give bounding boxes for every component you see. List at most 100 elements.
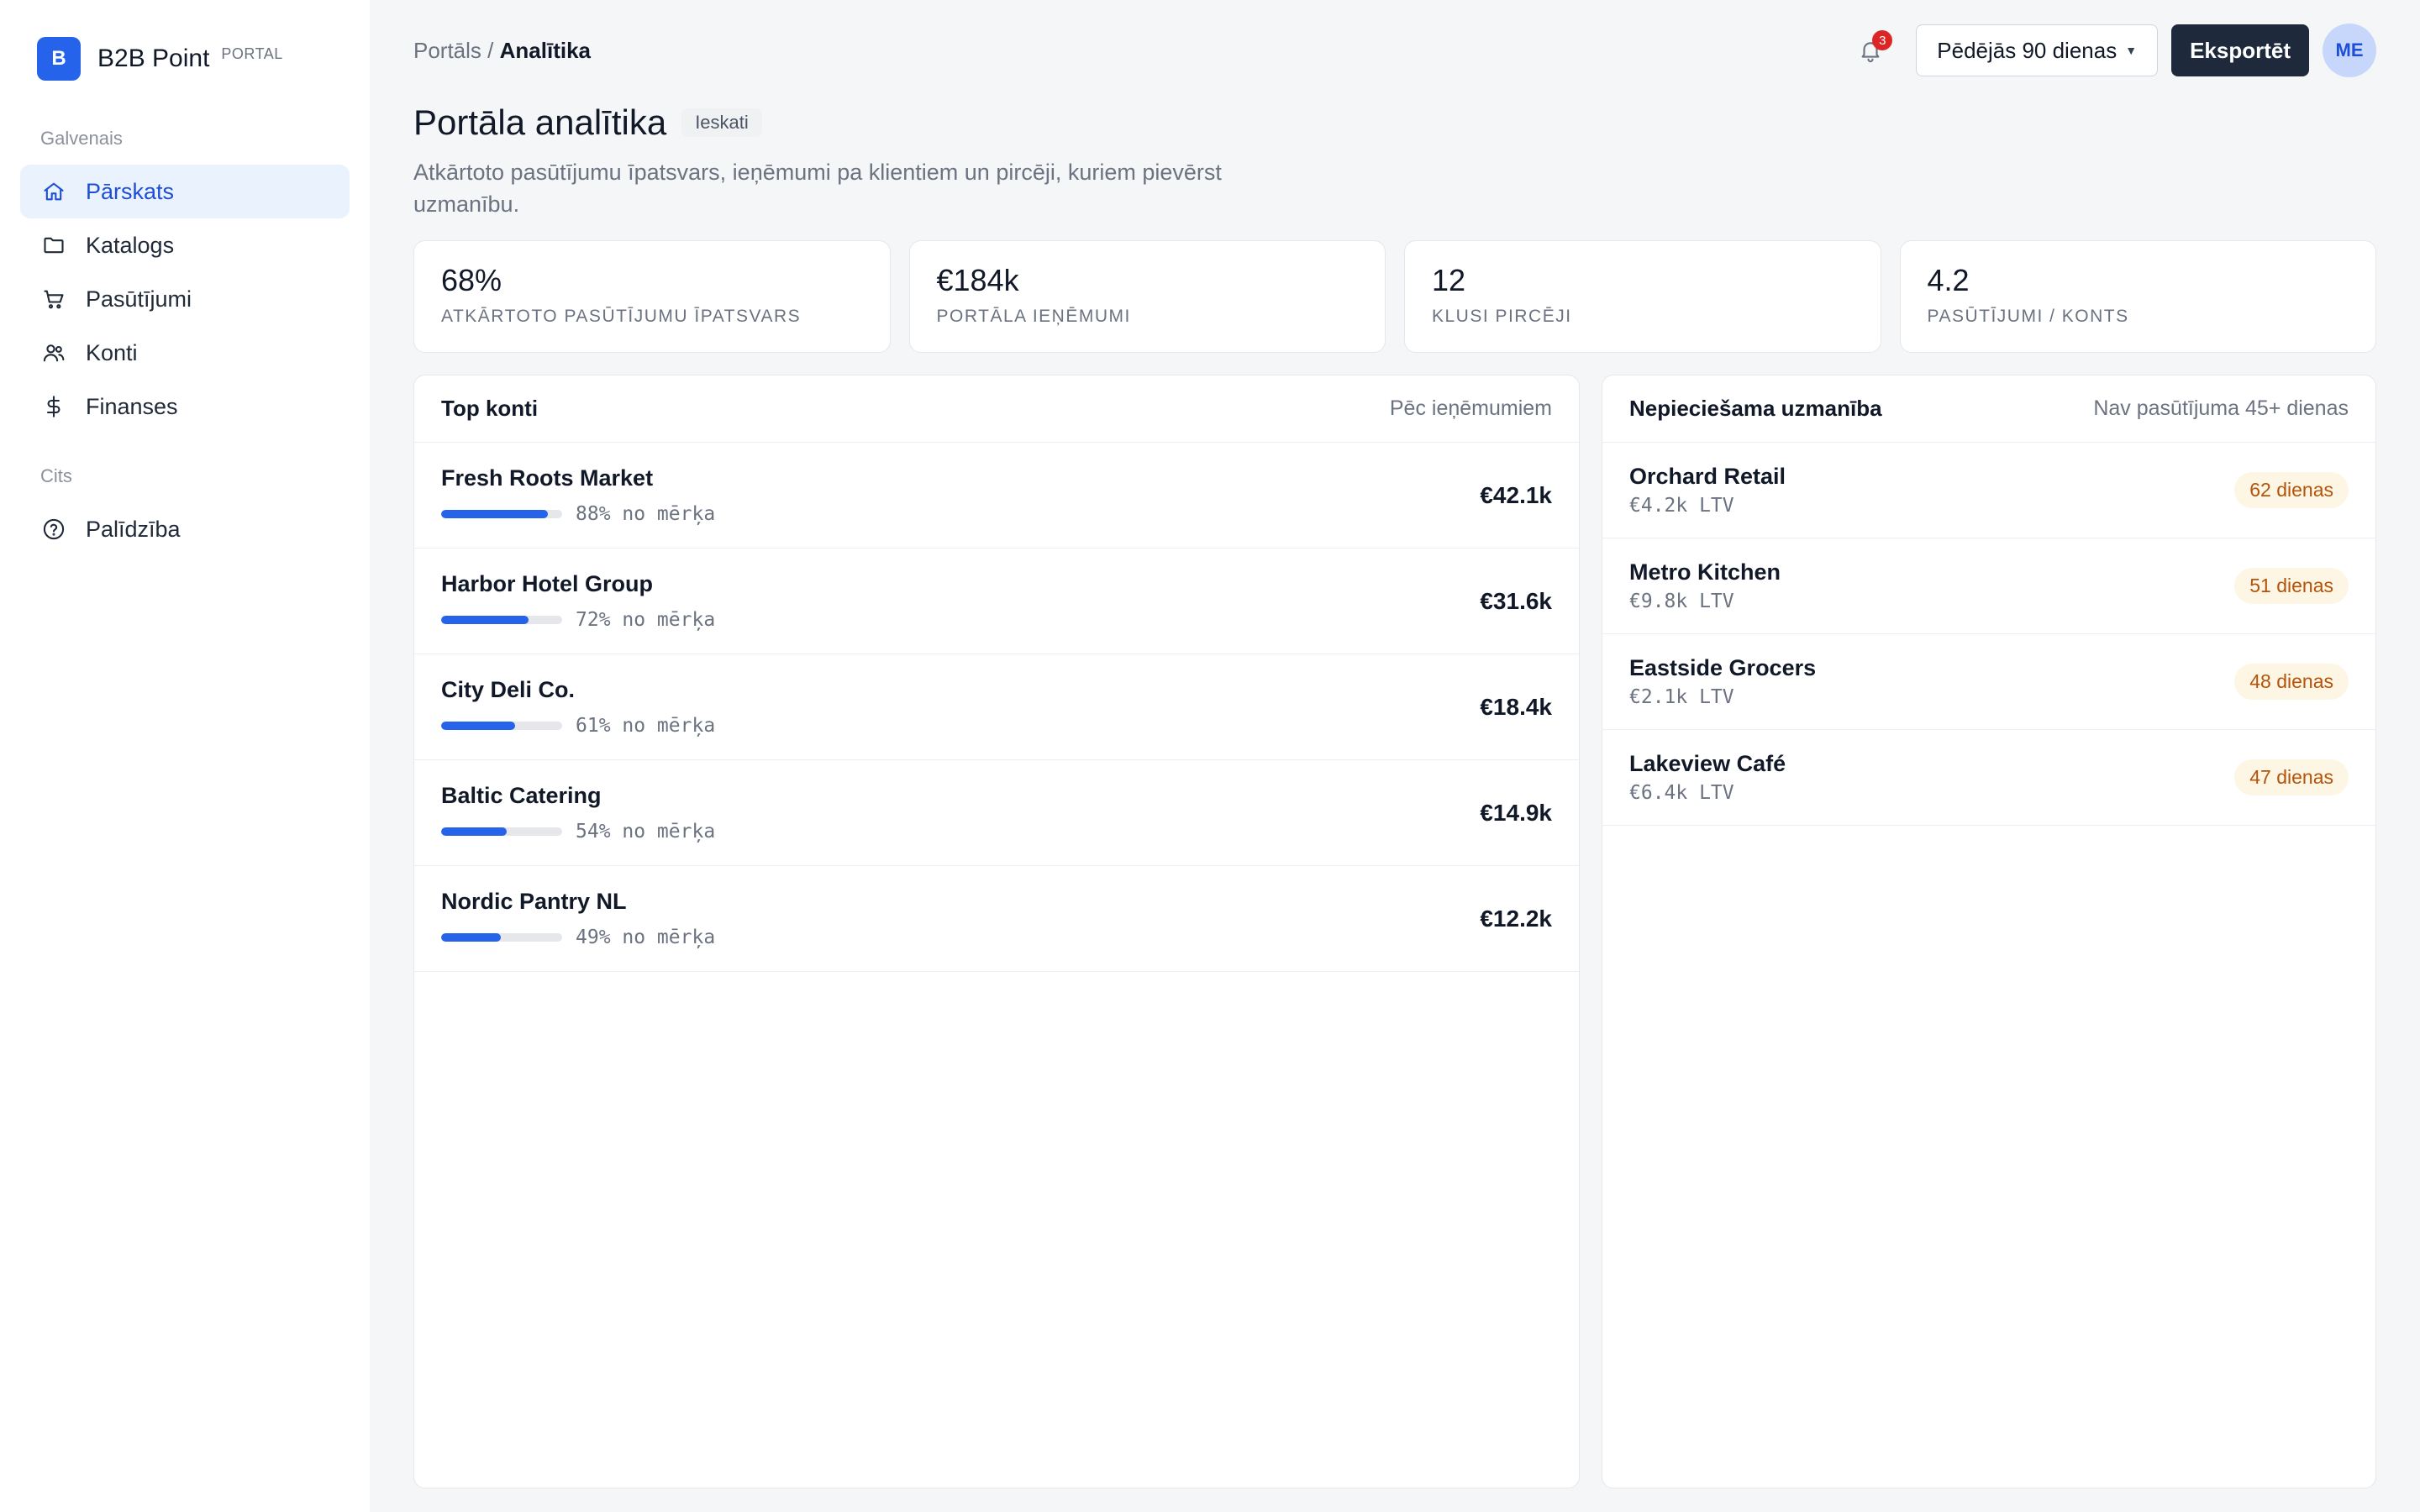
brand-tag: PORTAL [221,45,283,62]
topbar: Portāls / Analītika 3 Pēdējās 90 dienas … [413,0,2376,101]
brand-name: B2B Point [97,45,210,72]
sidebar-item-label: Konti [86,339,138,365]
sidebar-item-label: Finanses [86,393,178,419]
progress-label: 49% no mērķa [576,927,716,948]
list-item[interactable]: Eastside Grocers €2.1k LTV 48 dienas [1602,634,2375,730]
title-row: Portāla analītika Ieskati [413,101,2376,144]
insights-badge: Ieskati [681,108,762,137]
days-badge: 62 dienas [2234,472,2349,508]
stat-card-repeat-rate: 68% Atkārtoto pasūtījumu īpatsvars [413,240,891,353]
stat-label: Portāla ieņēmumi [936,307,1131,326]
progress-track [441,722,562,730]
stat-value: 4.2 [1927,263,1970,297]
table-row[interactable]: City Deli Co. 61% no mērķa €18.4k [414,654,1579,760]
customer-ltv: €9.8k LTV [1629,591,1734,612]
folder-icon [44,237,64,254]
account-info: Nordic Pantry NL 49% no mērķa [441,889,715,948]
sidebar-item-label: Palīdzība [86,516,181,542]
account-progress: 72% no mērķa [441,609,715,631]
customer-name: Lakeview Café [1629,751,1786,776]
list-item[interactable]: Orchard Retail €4.2k LTV 62 dienas [1602,443,2375,538]
list-item[interactable]: Metro Kitchen €9.8k LTV 51 dienas [1602,538,2375,634]
page-subtitle: Atkārtoto pasūtījumu īpatsvars, ieņēmumi… [413,160,1222,217]
progress-label: 72% no mērķa [576,609,716,631]
progress-track [441,510,562,518]
stat-card-orders-per-account: 4.2 Pasūtījumi / konts [1899,240,2376,353]
sidebar-item-label: Pasūtījumi [86,286,192,312]
panel-title: Nepieciešama uzmanība [1629,396,1882,421]
table-row[interactable]: Nordic Pantry NL 49% no mērķa €12.2k [414,866,1579,972]
stat-label: Atkārtoto pasūtījumu īpatsvars [441,307,802,326]
sidebar-item-label: Katalogs [86,232,175,258]
table-row[interactable]: Fresh Roots Market 88% no mērķa €42.1k [414,443,1579,549]
sidebar-item-overview[interactable]: Pārskats [20,165,350,218]
account-info: Harbor Hotel Group 72% no mērķa [441,571,715,631]
date-range-value: Pēdējās 90 dienas [1937,37,2118,63]
notification-count-badge: 3 [1872,30,1893,50]
sidebar-item-label: Pārskats [86,178,175,204]
dollar-icon [46,396,60,417]
account-revenue: €12.2k [1480,905,1552,932]
account-revenue: €18.4k [1480,693,1552,720]
table-row[interactable]: Harbor Hotel Group 72% no mērķa €31.6k [414,549,1579,654]
top-actions: 3 Pēdējās 90 dienas ▼ Eksportēt ME [1854,24,2376,77]
progress-label: 61% no mērķa [576,715,716,737]
brand[interactable]: B B2B Point PORTAL [20,37,350,81]
account-name: Fresh Roots Market [441,465,654,491]
panel-meta: Pēc ieņēmumiem [1389,396,1552,420]
sidebar-item-orders[interactable]: Pasūtījumi [20,272,350,326]
sidebar: B B2B Point PORTAL Galvenais Pārskats Ka… [0,0,370,1512]
progress-fill [441,722,515,730]
sidebar-item-finance[interactable]: Finanses [20,380,350,433]
home-icon [44,182,64,201]
panels: Top konti Pēc ieņēmumiem Fresh Roots Mar… [413,375,2376,1488]
panel-header: Nepieciešama uzmanība Nav pasūtījuma 45+… [1602,375,2375,443]
notifications-button[interactable]: 3 [1854,30,1893,67]
sidebar-item-help[interactable]: Palīdzība [20,502,350,556]
stat-label: Pasūtījumi / konts [1927,307,2129,326]
breadcrumb-current: Analītika [499,37,591,63]
main-content: Portāls / Analītika 3 Pēdējās 90 dienas … [370,0,2420,1512]
stat-card-revenue: €184k Portāla ieņēmumi [908,240,1386,353]
account-progress: 49% no mērķa [441,927,715,948]
stats-row: 68% Atkārtoto pasūtījumu īpatsvars €184k… [413,240,2376,353]
progress-fill [441,510,548,518]
brand-logo: B [37,37,81,81]
sidebar-item-accounts[interactable]: Konti [20,326,350,380]
list-item[interactable]: Lakeview Café €6.4k LTV 47 dienas [1602,730,2375,826]
help-circle-icon [43,518,65,540]
days-badge: 51 dienas [2234,568,2349,604]
progress-label: 88% no mērķa [576,503,716,525]
nav-section-other: Cits [40,465,72,486]
stat-value: €184k [936,263,1019,297]
table-row[interactable]: Baltic Catering 54% no mērķa €14.9k [414,760,1579,866]
account-info: City Deli Co. 61% no mērķa [441,677,715,737]
days-badge: 47 dienas [2234,759,2349,795]
attention-panel: Nepieciešama uzmanība Nav pasūtījuma 45+… [1602,375,2376,1488]
top-accounts-panel: Top konti Pēc ieņēmumiem Fresh Roots Mar… [413,375,1580,1488]
customer-name: Eastside Grocers [1629,655,1817,680]
panel-meta: Nav pasūtījuma 45+ dienas [2093,396,2349,420]
panel-header: Top konti Pēc ieņēmumiem [414,375,1579,443]
breadcrumb-parent[interactable]: Portāls [413,38,481,63]
export-button[interactable]: Eksportēt [2171,24,2309,76]
stat-label: Klusi pircēji [1432,307,1572,326]
customer-ltv: €6.4k LTV [1629,782,1734,804]
stat-value: 12 [1432,263,1466,297]
attention-info: Orchard Retail €4.2k LTV [1629,464,1786,517]
breadcrumb: Portāls / Analītika [413,38,591,64]
account-name: City Deli Co. [441,677,576,702]
customer-name: Orchard Retail [1629,464,1786,489]
sidebar-item-catalog[interactable]: Katalogs [20,218,350,272]
progress-track [441,827,562,836]
account-revenue: €31.6k [1480,587,1552,614]
progress-fill [441,933,501,942]
page-header: Portāla analītika Ieskati Atkārtoto pasū… [413,101,2376,220]
page-title: Portāla analītika [413,102,667,142]
nav-section-main: Galvenais [40,128,123,149]
customer-ltv: €4.2k LTV [1629,495,1734,517]
avatar[interactable]: ME [2323,24,2376,77]
attention-info: Lakeview Café €6.4k LTV [1629,751,1786,804]
account-progress: 61% no mērķa [441,715,715,737]
date-range-select[interactable]: Pēdējās 90 dienas ▼ [1916,24,2159,76]
